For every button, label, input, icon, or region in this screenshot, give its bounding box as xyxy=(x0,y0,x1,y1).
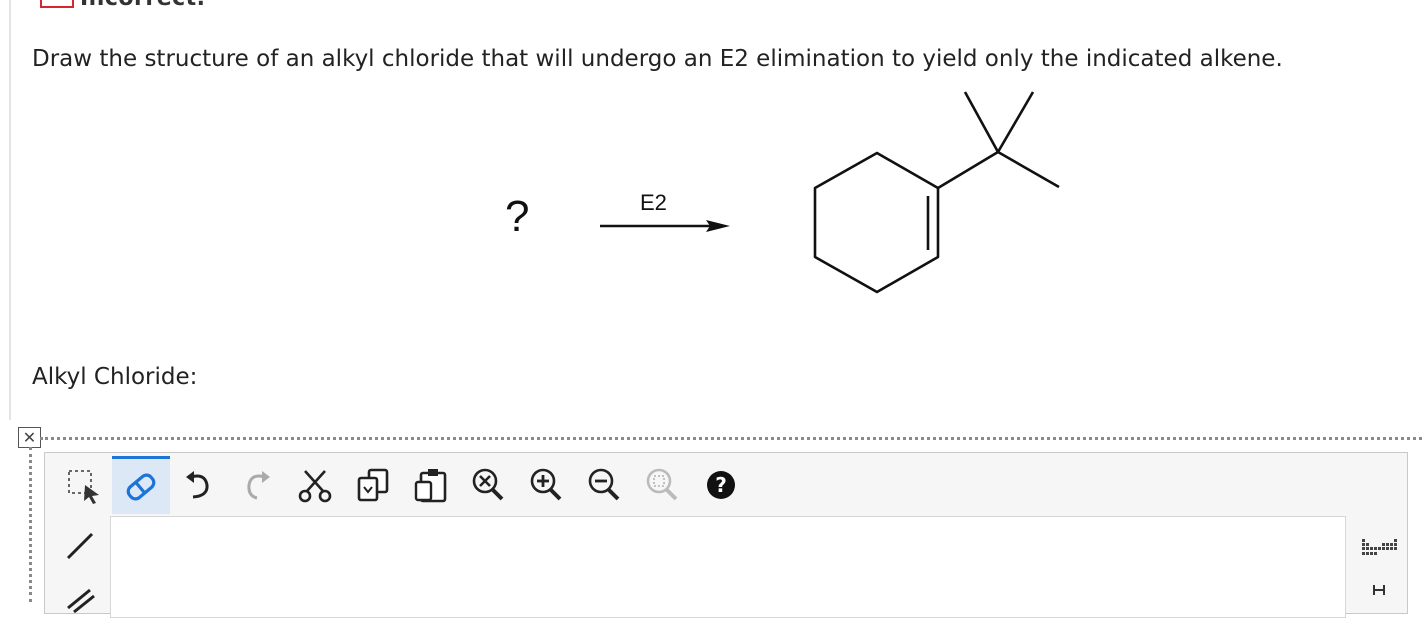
cut-button[interactable] xyxy=(286,456,344,514)
undo-button[interactable] xyxy=(170,456,228,514)
methyl-bond-3 xyxy=(997,150,1060,189)
svg-text:?: ? xyxy=(715,473,727,497)
editor-side-toolbar xyxy=(56,520,104,624)
single-bond-tool-button[interactable] xyxy=(56,520,104,572)
editor-right-toolbar xyxy=(1350,530,1410,598)
status-label: Incorrect. xyxy=(80,0,206,11)
cyclohexene-ring xyxy=(813,151,940,294)
methyl-bond-1 xyxy=(963,91,1000,153)
zoom-out-icon xyxy=(588,468,620,501)
paste-button[interactable] xyxy=(402,456,460,514)
drawing-canvas[interactable] xyxy=(110,516,1346,618)
zoom-fit-button[interactable] xyxy=(634,456,692,514)
cut-icon xyxy=(298,470,332,503)
incorrect-icon xyxy=(40,0,74,8)
chain-tool-button[interactable] xyxy=(56,572,104,624)
eraser-icon xyxy=(126,472,156,501)
close-editor-button[interactable]: ✕ xyxy=(18,427,41,448)
help-button[interactable]: ? xyxy=(692,456,750,514)
editor-dotted-border-top xyxy=(40,437,1422,440)
zoom-in-button[interactable] xyxy=(518,456,576,514)
zoom-fit-icon xyxy=(646,468,678,501)
selection-icon xyxy=(68,470,99,504)
copy-button[interactable] xyxy=(344,456,402,514)
redo-button[interactable] xyxy=(228,456,286,514)
clear-button[interactable] xyxy=(460,456,518,514)
hydrogen-icon xyxy=(1373,585,1385,595)
copy-icon xyxy=(357,468,389,502)
answer-label: Alkyl Chloride: xyxy=(32,364,198,390)
clear-icon xyxy=(472,468,504,501)
zoom-out-button[interactable] xyxy=(576,456,634,514)
editor-dotted-border-left xyxy=(29,447,32,602)
editor-toolbar: ? xyxy=(54,456,750,514)
zoom-in-icon xyxy=(530,468,562,501)
chain-icon xyxy=(67,588,95,614)
left-rule xyxy=(9,0,11,420)
selection-tool-button[interactable] xyxy=(54,456,112,514)
question-text: Draw the structure of an alkyl chloride … xyxy=(32,46,1283,72)
reagent-label: E2 xyxy=(640,190,667,215)
eraser-tool-button[interactable] xyxy=(112,456,170,514)
reaction-scheme xyxy=(600,91,1060,294)
methyl-bond-2 xyxy=(996,91,1035,153)
redo-icon xyxy=(247,471,270,500)
tbutyl-bond xyxy=(937,150,999,190)
periodic-table-button[interactable] xyxy=(1350,530,1410,564)
paste-icon xyxy=(414,469,447,503)
undo-icon xyxy=(186,471,209,499)
help-icon: ? xyxy=(707,471,735,499)
hydrogen-element-button[interactable] xyxy=(1350,564,1410,598)
reactant-placeholder: ? xyxy=(505,192,530,241)
single-bond-icon xyxy=(66,532,94,560)
